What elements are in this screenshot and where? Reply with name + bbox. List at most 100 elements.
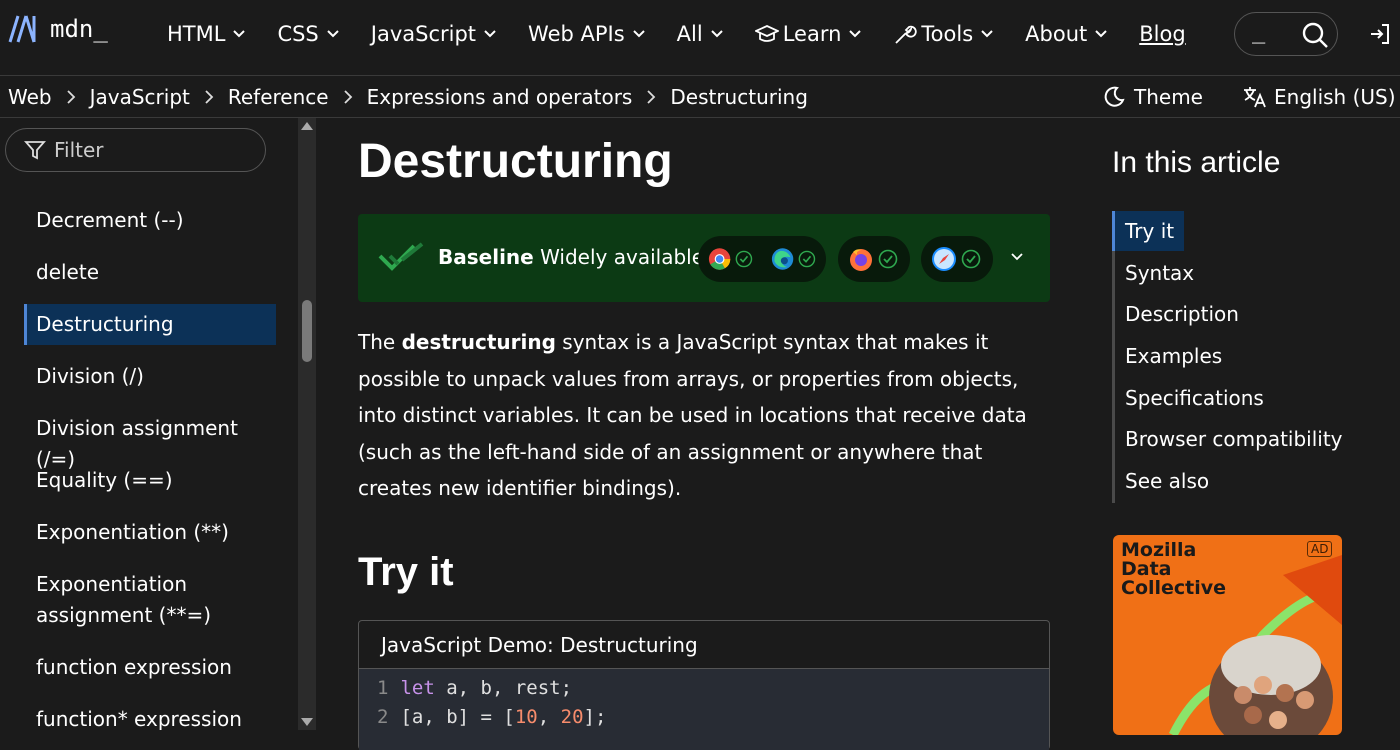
code-keyword: let xyxy=(400,677,435,699)
main-nav: HTML CSS JavaScript Web APIs All Learn T… xyxy=(167,20,1186,48)
nav-blog-link[interactable]: Blog xyxy=(1139,22,1185,46)
breadcrumb: Web JavaScript Reference Expressions and… xyxy=(8,85,808,109)
toc-item-examples[interactable]: Examples xyxy=(1115,336,1382,378)
top-navigation-bar: mdn_ HTML CSS JavaScript Web APIs All Le… xyxy=(0,0,1400,76)
advertisement[interactable]: Mozilla Data Collective AD xyxy=(1113,535,1342,735)
breadcrumb-reference[interactable]: Reference xyxy=(228,85,329,109)
chevron-down-icon xyxy=(1095,30,1107,38)
graduation-cap-icon xyxy=(754,25,779,42)
translate-icon xyxy=(1244,87,1266,108)
nav-learn-label: Learn xyxy=(782,22,842,46)
nav-web-apis-label: Web APIs xyxy=(528,22,625,46)
sidebar-item-division[interactable]: Division (/) xyxy=(24,361,276,392)
toc-item-description[interactable]: Description xyxy=(1115,294,1382,336)
chrome-icon xyxy=(708,248,731,270)
scroll-up-arrow-icon[interactable] xyxy=(301,122,313,130)
baseline-check-icon xyxy=(378,242,424,271)
chevron-right-icon xyxy=(647,90,656,104)
chevron-right-icon xyxy=(205,90,214,104)
toc-item-try-it[interactable]: Try it xyxy=(1112,211,1382,253)
filter-input[interactable]: Filter xyxy=(5,128,266,172)
filter-icon xyxy=(24,141,46,160)
code-line: 2 [a, b] = [10, 20]; xyxy=(377,706,606,728)
language-switcher[interactable]: English (US) xyxy=(1242,85,1396,109)
sidebar-item-function-star-expression[interactable]: function* expression xyxy=(24,704,276,730)
nav-css[interactable]: CSS xyxy=(277,20,339,48)
nav-html[interactable]: HTML xyxy=(167,20,246,48)
check-circle-icon xyxy=(961,249,981,269)
breadcrumb-expressions-operators[interactable]: Expressions and operators xyxy=(367,85,633,109)
browser-group-firefox xyxy=(838,236,910,282)
filter-placeholder: Filter xyxy=(54,138,104,162)
try-it-heading: Try it xyxy=(358,550,454,594)
intro-bold: destructuring xyxy=(401,330,556,354)
intro-pre: The xyxy=(358,330,402,354)
chevron-right-icon xyxy=(343,90,352,104)
code-text: ]; xyxy=(583,706,607,728)
toc-list: Try it Syntax Description Examples Speci… xyxy=(1112,211,1382,503)
nav-web-apis[interactable]: Web APIs xyxy=(528,20,645,48)
code-text: , xyxy=(537,706,561,728)
theme-switcher[interactable]: Theme xyxy=(1102,85,1203,109)
chevron-down-icon xyxy=(327,30,339,38)
chevron-down-icon xyxy=(981,30,993,38)
chevron-down-icon xyxy=(233,30,246,38)
mdn-logo-icon xyxy=(8,15,36,43)
wrench-icon xyxy=(895,25,918,44)
sidebar-item-function-expression[interactable]: function expression xyxy=(24,652,276,683)
search-placeholder: _ xyxy=(1252,19,1266,44)
nav-tools[interactable]: Tools xyxy=(893,20,993,48)
toc-item-syntax[interactable]: Syntax xyxy=(1115,253,1382,295)
language-label: English (US) xyxy=(1274,85,1396,109)
breadcrumb-javascript[interactable]: JavaScript xyxy=(90,85,190,109)
check-circle-icon xyxy=(735,250,753,268)
chevron-right-icon xyxy=(66,90,75,104)
login-icon[interactable] xyxy=(1368,22,1392,46)
firefox-icon xyxy=(850,249,872,271)
code-editor[interactable]: 1 let a, b, rest; 2 [a, b] = [10, 20]; xyxy=(359,668,1049,750)
mdn-logo[interactable]: mdn_ xyxy=(8,14,108,44)
scrollbar-thumb[interactable] xyxy=(302,300,312,362)
line-number: 1 xyxy=(377,677,389,699)
sidebar-scrollbar[interactable] xyxy=(298,118,316,730)
baseline-status: Widely available xyxy=(540,245,705,269)
code-number: 20 xyxy=(560,706,584,728)
page-title: Destructuring xyxy=(358,135,673,188)
toc-title: In this article xyxy=(1112,146,1281,179)
nav-all[interactable]: All xyxy=(677,20,723,48)
nav-all-label: All xyxy=(676,22,703,46)
nav-learn[interactable]: Learn xyxy=(754,20,862,48)
nav-about[interactable]: About xyxy=(1025,20,1107,48)
code-text: [a, b] = [ xyxy=(400,706,515,728)
safari-icon xyxy=(932,247,956,271)
chevron-down-icon xyxy=(711,30,723,38)
sidebar-item-equality[interactable]: Equality (==) xyxy=(24,465,276,496)
toc-item-specifications[interactable]: Specifications xyxy=(1115,378,1382,420)
baseline-banner[interactable]: Baseline Widely available xyxy=(358,214,1050,302)
search-icon xyxy=(1302,22,1328,48)
chevron-down-icon[interactable] xyxy=(1010,252,1024,262)
search-button[interactable]: _ xyxy=(1234,12,1338,56)
nav-html-label: HTML xyxy=(167,22,226,46)
sidebar-item-delete[interactable]: delete xyxy=(24,257,276,288)
sidebar-item-destructuring[interactable]: Destructuring xyxy=(24,304,276,345)
sidebar-item-exponentiation[interactable]: Exponentiation (**) xyxy=(24,517,276,548)
browser-group-chromium xyxy=(698,236,826,282)
toc-item-see-also[interactable]: See also xyxy=(1115,461,1382,503)
code-text: a, b, rest; xyxy=(434,677,573,699)
baseline-strong: Baseline xyxy=(438,245,534,269)
sidebar-item-decrement[interactable]: Decrement (--) xyxy=(24,205,276,236)
toc-item-label: Try it xyxy=(1112,211,1185,251)
breadcrumb-web[interactable]: Web xyxy=(8,85,52,109)
line-number: 2 xyxy=(377,706,389,728)
browser-group-safari xyxy=(921,236,993,282)
scroll-down-arrow-icon[interactable] xyxy=(301,718,313,726)
breadcrumb-destructuring[interactable]: Destructuring xyxy=(670,85,808,109)
ad-artwork-image xyxy=(1168,555,1342,735)
check-circle-icon xyxy=(798,250,816,268)
toc-item-browser-compatibility[interactable]: Browser compatibility xyxy=(1115,419,1382,461)
edge-icon xyxy=(771,248,794,270)
chevron-down-icon xyxy=(849,30,862,38)
nav-javascript[interactable]: JavaScript xyxy=(371,20,496,48)
sidebar-item-exponentiation-assignment[interactable]: Exponentiation assignment (**=) xyxy=(24,569,224,631)
